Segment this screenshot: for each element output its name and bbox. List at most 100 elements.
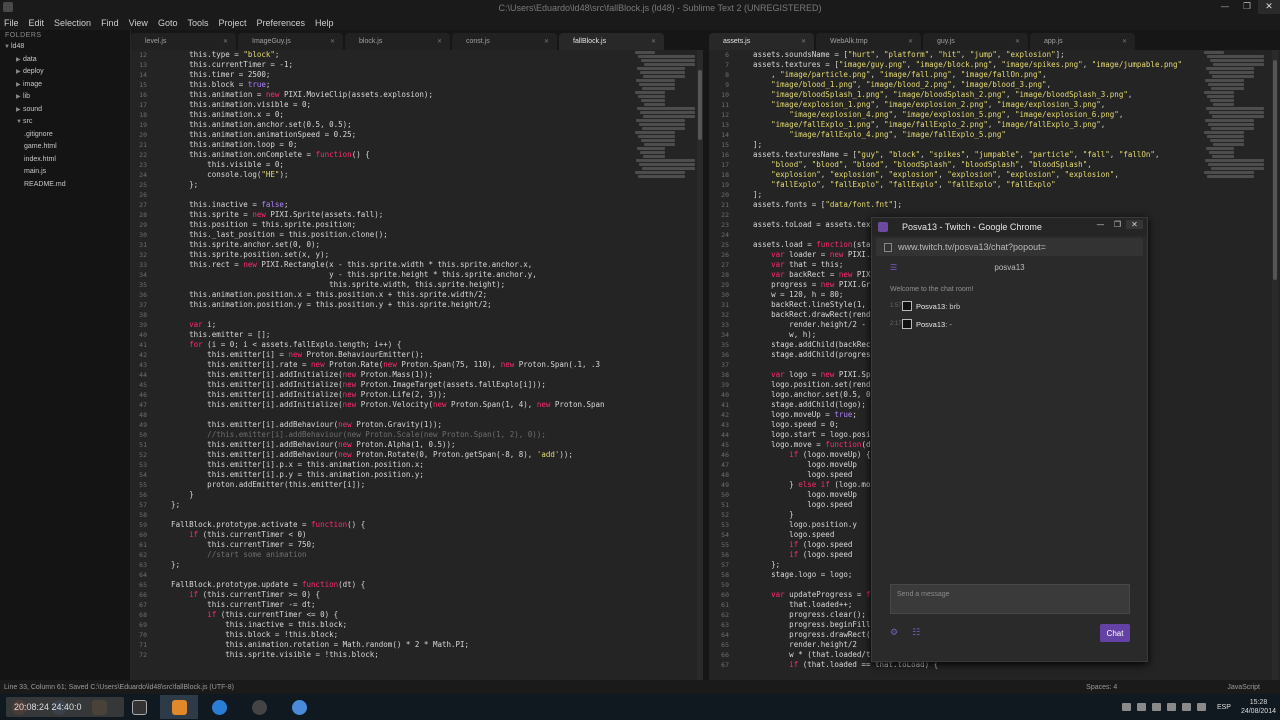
sidebar-item[interactable]: README.md bbox=[0, 179, 130, 192]
minimize-button[interactable]: — bbox=[1214, 0, 1236, 14]
tab-close-icon[interactable]: ✕ bbox=[330, 38, 335, 45]
left-code-line[interactable]: y - this.sprite.height * this.sprite.anc… bbox=[153, 270, 643, 280]
tray-icon[interactable] bbox=[1151, 703, 1161, 711]
tray-icon[interactable] bbox=[1196, 703, 1206, 711]
right-code-line[interactable]: assets.fonts = ["data/font.fnt"]; bbox=[735, 200, 1200, 210]
syntax-status[interactable]: JavaScript bbox=[1227, 684, 1260, 691]
left-code-line[interactable]: this.animation.rotation = Math.random() … bbox=[153, 640, 643, 650]
left-code-line[interactable]: this.type = "block"; bbox=[153, 50, 643, 60]
language-indicator[interactable]: ESP bbox=[1217, 704, 1231, 711]
chat-message-user[interactable]: Posva13 bbox=[916, 320, 945, 329]
sidebar-item[interactable]: ▶ data bbox=[0, 54, 130, 67]
menu-project[interactable]: Project bbox=[218, 18, 246, 28]
tab-close-icon[interactable]: ✕ bbox=[437, 38, 442, 45]
sidebar-item[interactable]: game.html bbox=[0, 141, 130, 154]
left-code-line[interactable]: } bbox=[153, 490, 643, 500]
left-code-line[interactable]: this.animation.position.x = this.positio… bbox=[153, 290, 643, 300]
chat-message-input[interactable]: Send a message bbox=[890, 584, 1130, 614]
menu-tools[interactable]: Tools bbox=[187, 18, 208, 28]
sidebar-item[interactable]: ▶ image bbox=[0, 79, 130, 92]
menu-view[interactable]: View bbox=[129, 18, 148, 28]
left-code-line[interactable]: this.emitter[i].addInitialize(new Proton… bbox=[153, 380, 643, 390]
left-code-line[interactable]: this.emitter[i].p.x = this.animation.pos… bbox=[153, 460, 643, 470]
left-code-line[interactable]: this.emitter[i].addBehaviour(new Proton.… bbox=[153, 420, 643, 430]
sidebar-item[interactable]: ▶ sound bbox=[0, 104, 130, 117]
right-code-line[interactable]: , "image/particle.png", "image/fall.png"… bbox=[735, 70, 1200, 80]
tab-close-icon[interactable]: ✕ bbox=[651, 38, 656, 45]
left-code-line[interactable] bbox=[153, 310, 643, 320]
editor-tab[interactable]: guy.js ✕ bbox=[923, 33, 1028, 50]
chat-menu-icon[interactable]: ☰ bbox=[890, 263, 897, 272]
tab-close-icon[interactable]: ✕ bbox=[801, 38, 806, 45]
maximize-button[interactable]: ❐ bbox=[1236, 0, 1258, 14]
right-code-line[interactable]: assets.textures = ["image/guy.png", "ima… bbox=[735, 60, 1200, 70]
left-code-line[interactable]: this.emitter[i].addInitialize(new Proton… bbox=[153, 400, 643, 410]
right-code-line[interactable]: assets.texturesName = ["guy", "block", "… bbox=[735, 150, 1200, 160]
left-code-line[interactable]: this.animation.animationSpeed = 0.25; bbox=[153, 130, 643, 140]
tab-close-icon[interactable]: ✕ bbox=[544, 38, 549, 45]
left-code-line[interactable]: this.sprite.width, this.sprite.height); bbox=[153, 280, 643, 290]
sidebar-item[interactable]: ▶ lib bbox=[0, 91, 130, 104]
chat-send-button[interactable]: Chat bbox=[1100, 624, 1130, 642]
tray-icon[interactable] bbox=[1136, 703, 1146, 711]
right-code-line[interactable]: "explosion", "explosion", "explosion", "… bbox=[735, 170, 1200, 180]
menu-selection[interactable]: Selection bbox=[54, 18, 91, 28]
left-code-line[interactable]: this.animation.x = 0; bbox=[153, 110, 643, 120]
left-code-line[interactable]: this.emitter[i].rate = new Proton.Rate(n… bbox=[153, 360, 643, 370]
sidebar-item[interactable]: ▶ deploy bbox=[0, 66, 130, 79]
close-button[interactable]: ✕ bbox=[1258, 0, 1280, 14]
taskbar-steam[interactable] bbox=[240, 695, 278, 719]
right-scrollbar[interactable] bbox=[1272, 50, 1278, 680]
right-scroll-thumb[interactable] bbox=[1273, 60, 1277, 280]
left-code-line[interactable]: this.emitter[i].p.y = this.animation.pos… bbox=[153, 470, 643, 480]
tab-close-icon[interactable]: ✕ bbox=[1122, 38, 1127, 45]
left-code-line[interactable] bbox=[153, 510, 643, 520]
menu-help[interactable]: Help bbox=[315, 18, 334, 28]
chrome-close-button[interactable]: ✕ bbox=[1126, 220, 1143, 229]
menu-file[interactable]: File bbox=[4, 18, 19, 28]
sidebar-item[interactable]: ▼ src bbox=[0, 116, 130, 129]
left-code-line[interactable]: this.emitter[i].addBehaviour(new Proton.… bbox=[153, 450, 643, 460]
indentation-status[interactable]: Spaces: 4 bbox=[1086, 684, 1117, 691]
keyboard-icon[interactable] bbox=[1121, 703, 1131, 711]
left-minimap[interactable] bbox=[635, 50, 695, 190]
left-code-line[interactable]: }; bbox=[153, 560, 643, 570]
taskbar-chrome-2[interactable] bbox=[280, 695, 318, 719]
right-code-line[interactable]: "image/fallExplo_4.png", "image/fallExpl… bbox=[735, 130, 1200, 140]
network-icon[interactable] bbox=[1166, 703, 1176, 711]
viewer-list-icon[interactable]: ☷ bbox=[912, 628, 920, 638]
left-code-line[interactable]: this.emitter[i].addBehaviour(new Proton.… bbox=[153, 440, 643, 450]
editor-tab[interactable]: assets.js ✕ bbox=[709, 33, 814, 50]
left-code-line[interactable]: for (i = 0; i < assets.fallExplo.length;… bbox=[153, 340, 643, 350]
volume-icon[interactable] bbox=[1181, 703, 1191, 711]
left-code-line[interactable]: this.sprite = new PIXI.Sprite(assets.fal… bbox=[153, 210, 643, 220]
chrome-minimize-button[interactable]: — bbox=[1092, 220, 1109, 229]
left-code-line[interactable]: this.timer = 2500; bbox=[153, 70, 643, 80]
right-code-line[interactable]: "image/blood_1.png", "image/blood_2.png"… bbox=[735, 80, 1200, 90]
left-code-line[interactable]: this._last_position = this.position.clon… bbox=[153, 230, 643, 240]
tab-close-icon[interactable]: ✕ bbox=[223, 38, 228, 45]
right-code-line[interactable]: "image/explosion_1.png", "image/explosio… bbox=[735, 100, 1200, 110]
gear-icon[interactable]: ⚙ bbox=[890, 628, 898, 638]
left-code-line[interactable]: if (this.currentTimer <= 0) { bbox=[153, 610, 643, 620]
left-code-line[interactable]: console.log("HE"); bbox=[153, 170, 643, 180]
left-code-line[interactable]: this.block = !this.block; bbox=[153, 630, 643, 640]
left-code-line[interactable]: //start some animation bbox=[153, 550, 643, 560]
left-code-line[interactable]: this.emitter[i].addInitialize(new Proton… bbox=[153, 390, 643, 400]
left-code-line[interactable]: //this.emitter[i].addBehaviour(new Proto… bbox=[153, 430, 643, 440]
left-code-line[interactable] bbox=[153, 190, 643, 200]
editor-tab[interactable]: app.js ✕ bbox=[1030, 33, 1135, 50]
left-code-line[interactable]: this.animation.onComplete = function() { bbox=[153, 150, 643, 160]
left-code-line[interactable]: if (this.currentTimer < 0) bbox=[153, 530, 643, 540]
chrome-address-bar[interactable]: www.twitch.tv/posva13/chat?popout= bbox=[876, 238, 1143, 256]
left-code-line[interactable]: this.sprite.visible = !this.block; bbox=[153, 650, 643, 660]
tab-close-icon[interactable]: ✕ bbox=[908, 38, 913, 45]
left-code-line[interactable] bbox=[153, 410, 643, 420]
taskbar-sublime[interactable] bbox=[160, 695, 198, 719]
left-code-line[interactable]: this.animation.visible = 0; bbox=[153, 100, 643, 110]
left-code-line[interactable]: this.emitter[i].addInitialize(new Proton… bbox=[153, 370, 643, 380]
right-code-line[interactable]: "image/fallExplo_1.png", "image/fallExpl… bbox=[735, 120, 1200, 130]
left-code-line[interactable]: FallBlock.prototype.update = function(dt… bbox=[153, 580, 643, 590]
editor-tab[interactable]: ImageGuy.js ✕ bbox=[238, 33, 343, 50]
editor-tab[interactable]: block.js ✕ bbox=[345, 33, 450, 50]
